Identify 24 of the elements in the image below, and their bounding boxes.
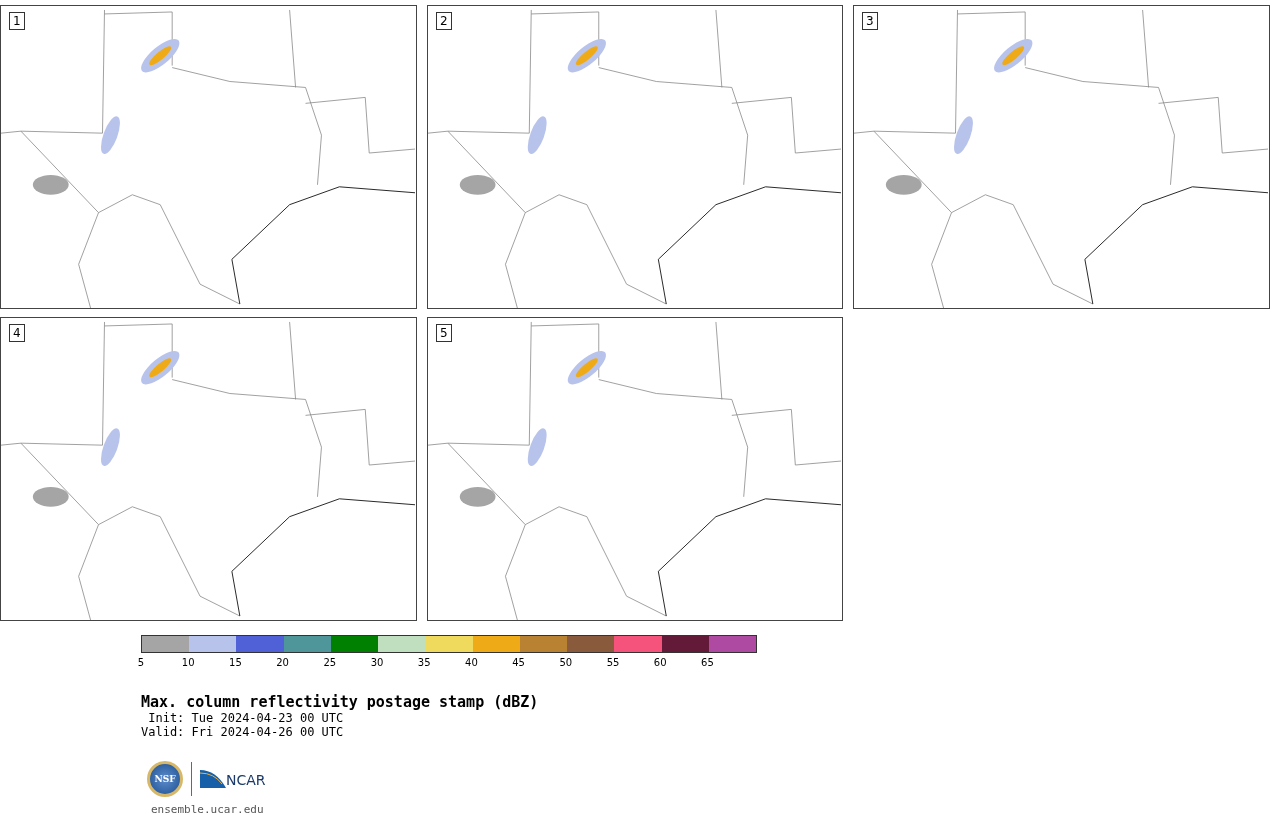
panel-number: 5: [436, 324, 452, 342]
tick-label: 35: [417, 657, 431, 668]
nsf-logo: NSF: [147, 761, 183, 797]
panel-number: 1: [9, 12, 25, 30]
tick-label: 20: [276, 657, 289, 668]
ncar-logo: NCAR: [200, 770, 266, 788]
tick-label: 25: [323, 657, 337, 668]
tick-label: 5: [137, 657, 145, 668]
init-time: Init: Tue 2024-04-23 00 UTC: [147, 711, 345, 725]
tick-label: 10: [181, 657, 195, 668]
tick-label: 45: [512, 657, 525, 668]
tick-label: 15: [229, 657, 242, 668]
site-url: ensemble.ucar.edu: [151, 803, 265, 815]
chart-title: Max. column reflectivity postage stamp (dBZ): [141, 693, 540, 711]
valid-time: Valid: Fri 2024-04-26 00 UTC: [141, 725, 345, 739]
panel-number: 2: [436, 12, 452, 30]
tick-label: 60: [653, 657, 667, 668]
tick-label: 40: [465, 657, 478, 668]
tick-label: 50: [559, 657, 573, 668]
tick-label: 55: [606, 657, 620, 668]
panel-number: 3: [862, 12, 878, 30]
tick-label: 30: [370, 657, 384, 668]
tick-label: 65: [701, 657, 714, 668]
panel-number: 4: [9, 324, 25, 342]
